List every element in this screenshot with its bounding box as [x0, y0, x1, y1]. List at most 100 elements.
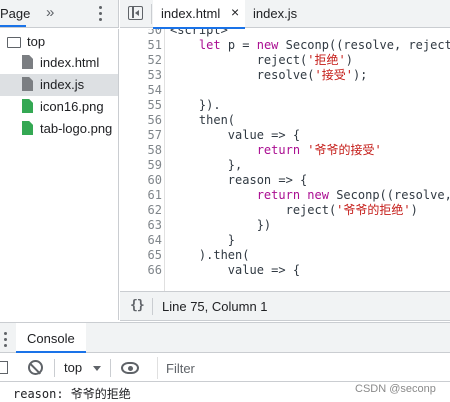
code-text: } — [170, 233, 236, 247]
code-line[interactable]: 57 value => { — [120, 128, 450, 143]
code-text: reject('拒绝') — [170, 53, 353, 67]
drawer-menu-icon[interactable] — [3, 331, 9, 347]
code-editor[interactable]: 50 <script> 51 let p = new Seconp((resolve… — [120, 29, 450, 291]
line-number[interactable]: 63 — [120, 218, 162, 233]
code-line[interactable]: 55 }). — [120, 98, 450, 113]
code-line[interactable]: 54 — [120, 83, 450, 98]
tree-item-label: top — [27, 34, 46, 49]
line-number[interactable]: 57 — [120, 128, 162, 143]
context-selector[interactable]: top — [64, 360, 82, 375]
code-line[interactable]: 52 reject('拒绝') — [120, 53, 450, 68]
tab-index-js[interactable]: index.js — [245, 0, 315, 28]
watermark: CSDN @seconp — [355, 383, 436, 395]
line-number[interactable]: 52 — [120, 53, 162, 68]
code-text: then( — [170, 113, 236, 127]
tab-console[interactable]: Console — [16, 323, 86, 353]
code-text: return '爷爷的接受' — [256, 143, 382, 157]
pretty-print-icon[interactable]: {} — [130, 298, 145, 313]
code-text: reason => { — [170, 173, 308, 187]
divider — [110, 359, 111, 377]
code-line[interactable]: 50 <script> — [120, 29, 450, 38]
code-text: }) — [170, 218, 272, 232]
code-line[interactable]: 66 value => { — [120, 263, 450, 278]
tree-item-label: tab-logo.png — [40, 121, 113, 136]
code-line[interactable]: 64 } — [120, 233, 450, 248]
code-line[interactable]: 56 then( — [120, 113, 450, 128]
chevron-down-icon[interactable] — [93, 366, 101, 371]
line-number[interactable]: 60 — [120, 173, 162, 188]
console-toolbar: top — [0, 354, 450, 382]
line-number[interactable]: 55 — [120, 98, 162, 113]
clear-console-icon[interactable] — [28, 360, 43, 375]
tab-index-html[interactable]: index.html × — [153, 0, 245, 29]
folder-icon — [7, 37, 21, 48]
code-text: }). — [170, 98, 221, 112]
code-text: let p = new Seconp((resolve, reject — [198, 38, 450, 52]
divider — [54, 359, 55, 377]
tree-item-label: index.js — [40, 77, 85, 92]
line-number[interactable]: 54 — [120, 83, 162, 98]
code-text: value => { — [170, 263, 301, 277]
console-output: reason: 爷爷的拒绝 CSDN @seconp — [0, 383, 450, 402]
drawer-tabbar: Console — [0, 322, 450, 353]
line-number[interactable]: 59 — [120, 158, 162, 173]
editor-status-bar: {} Line 75, Column 1 — [120, 291, 450, 321]
line-number[interactable]: 56 — [120, 113, 162, 128]
code-line[interactable]: 53 resolve('接受'); — [120, 68, 450, 83]
code-line[interactable]: 51 let p = new Seconp((resolve, reject — [120, 38, 450, 53]
code-text: resolve('接受'); — [170, 68, 368, 82]
line-number[interactable]: 61 — [120, 188, 162, 203]
code-line[interactable]: 63 }) — [120, 218, 450, 233]
code-text: value => { — [170, 128, 301, 142]
show-sidebar-icon[interactable] — [0, 361, 8, 374]
code-text: }, — [170, 158, 243, 172]
line-number[interactable]: 66 — [120, 263, 162, 278]
code-line[interactable]: 62 reject('爷爷的拒绝') — [120, 203, 450, 218]
code-line[interactable]: 61 return new Seconp((resolve, — [120, 188, 450, 203]
code-text: ).then( — [170, 248, 250, 262]
console-log-message: reason: 爷爷的拒绝 — [13, 387, 131, 401]
tree-item-index-js[interactable]: index.js — [0, 74, 118, 96]
tab-page-underline — [0, 25, 26, 27]
tab-label: index.js — [253, 6, 298, 21]
tree-item-label: icon16.png — [40, 99, 104, 114]
image-file-icon — [22, 121, 33, 135]
navigator-menu-icon[interactable] — [97, 5, 105, 21]
file-icon — [22, 55, 33, 69]
tree-item-tab-logo-png[interactable]: tab-logo.png — [0, 118, 118, 140]
line-number[interactable]: 50 — [120, 29, 162, 38]
tab-page[interactable]: Page — [0, 6, 30, 21]
code-line[interactable]: 65 ).then( — [120, 248, 450, 263]
line-number[interactable]: 58 — [120, 143, 162, 158]
tree-item-top[interactable]: top — [0, 31, 118, 53]
close-icon[interactable]: × — [231, 4, 239, 20]
image-file-icon — [22, 99, 33, 113]
line-number[interactable]: 53 — [120, 68, 162, 83]
tab-label: index.html — [161, 6, 221, 21]
editor-tabbar: index.html × index.js — [120, 0, 450, 29]
toggle-navigator-icon[interactable] — [128, 6, 143, 20]
code-text: reject('爷爷的拒绝') — [170, 203, 418, 217]
code-text: return new Seconp((resolve, — [256, 188, 450, 202]
active-tab-underline — [16, 351, 86, 353]
code-line[interactable]: 58 return '爷爷的接受' — [120, 143, 450, 158]
line-number[interactable]: 65 — [120, 248, 162, 263]
code-text: <script> — [170, 29, 228, 37]
line-number[interactable]: 51 — [120, 38, 162, 53]
tree-item-index-html[interactable]: index.html — [0, 52, 118, 74]
line-number[interactable]: 64 — [120, 233, 162, 248]
navigator-tabbar: Page » — [0, 0, 119, 28]
line-number[interactable]: 62 — [120, 203, 162, 218]
more-tabs-icon[interactable]: » — [46, 4, 54, 21]
divider — [152, 298, 153, 315]
code-line[interactable]: 60 reason => { — [120, 173, 450, 188]
code-line[interactable]: 59 }, — [120, 158, 450, 173]
tab-label: Console — [27, 331, 75, 346]
tree-item-label: index.html — [40, 55, 100, 70]
tree-item-icon16-png[interactable]: icon16.png — [0, 96, 118, 118]
live-expression-eye-icon[interactable] — [121, 362, 139, 374]
file-tree: top index.html index.js icon16.png tab-l… — [0, 29, 119, 320]
file-icon — [22, 77, 33, 91]
filter-input[interactable] — [157, 357, 450, 379]
cursor-position: Line 75, Column 1 — [162, 299, 268, 314]
